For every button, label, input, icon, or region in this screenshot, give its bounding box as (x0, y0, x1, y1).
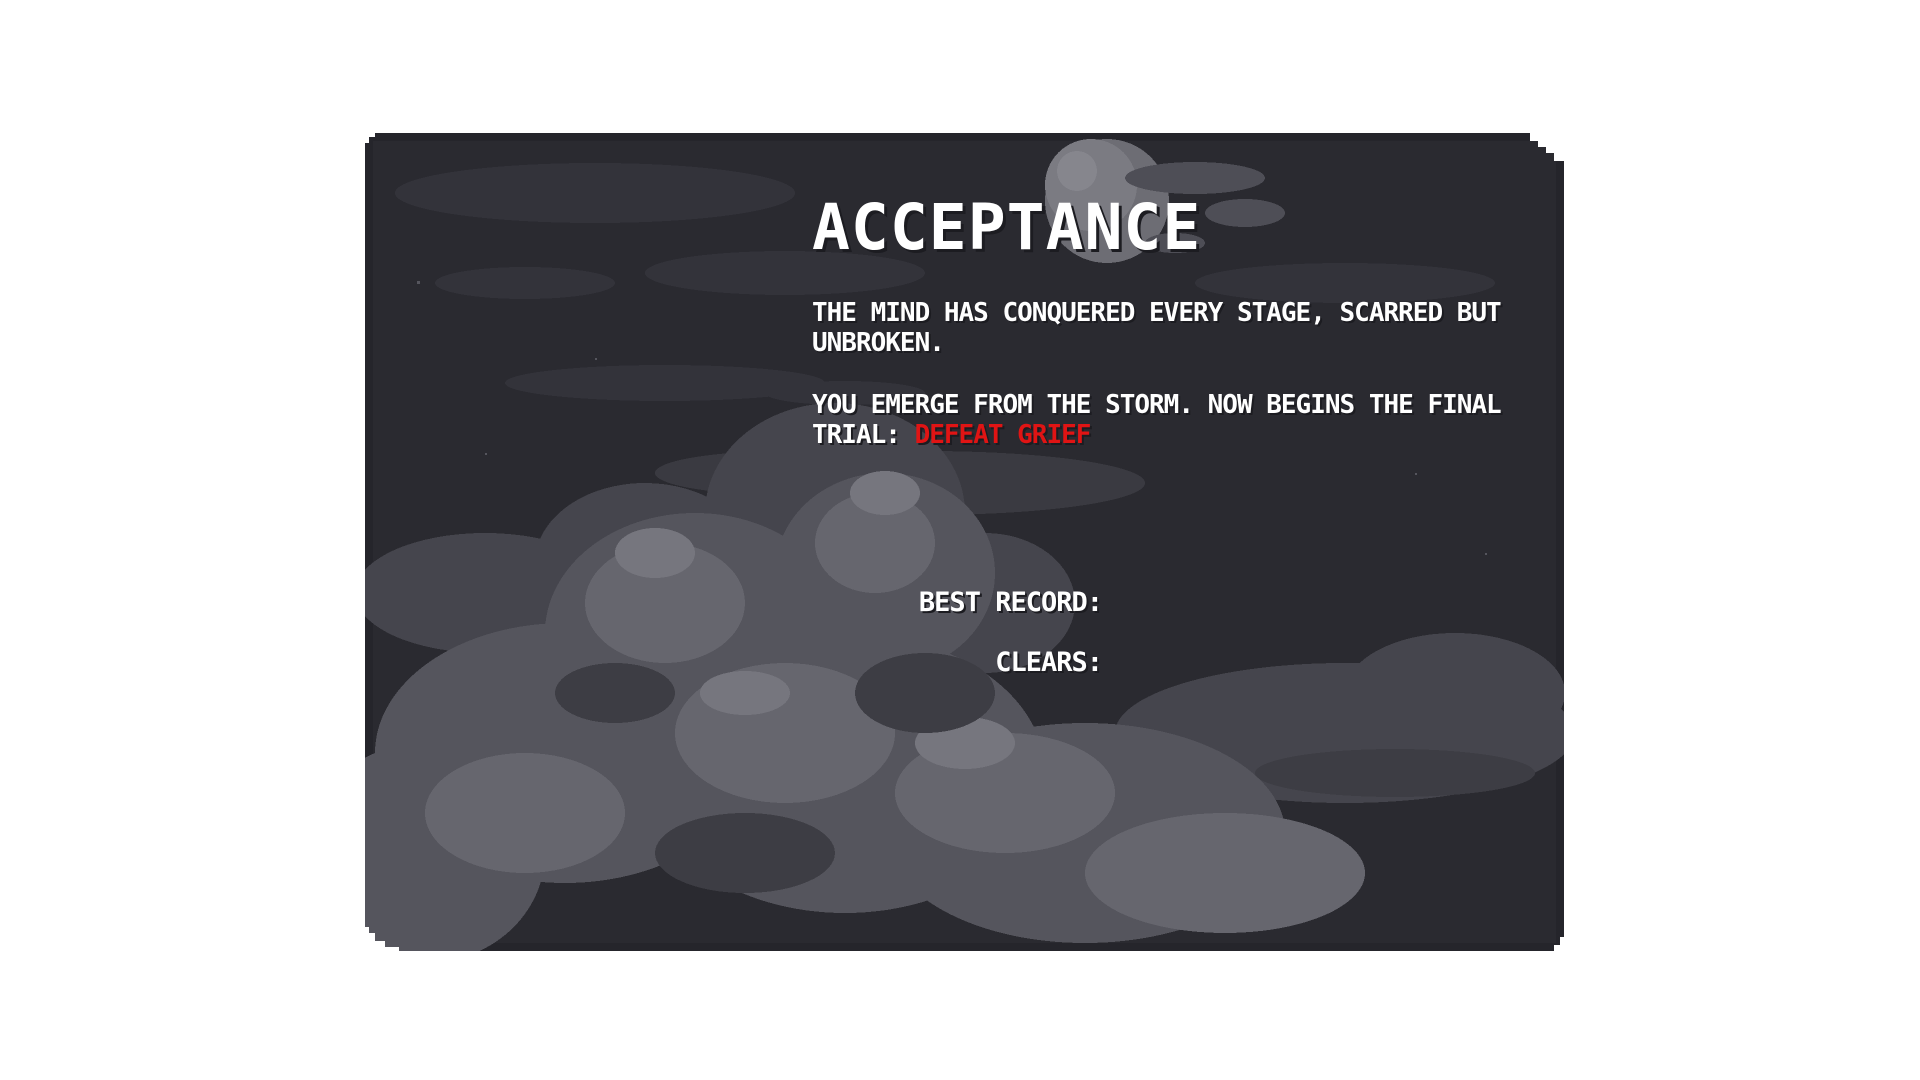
clears-label: CLEARS: (995, 647, 1103, 678)
stage-objective: YOU EMERGE FROM THE STORM. NOW BEGINS TH… (812, 390, 1532, 450)
objective-highlight: DEFEAT GRIEF (914, 420, 1092, 450)
stage-title: ACCEPTANCE (812, 191, 1202, 264)
stage-description: THE MIND HAS CONQUERED EVERY STAGE, SCAR… (812, 298, 1502, 358)
best-record-label: BEST RECORD: (918, 587, 1103, 618)
